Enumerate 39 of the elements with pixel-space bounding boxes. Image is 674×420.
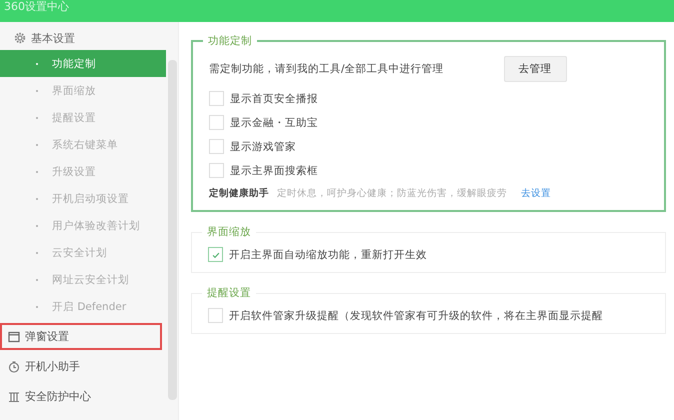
window-icon [8, 330, 20, 342]
sidebar-item[interactable]: 升级设置 [0, 158, 166, 185]
checkbox[interactable] [208, 247, 223, 262]
sidebar-group[interactable]: 安全防护中心 [0, 383, 162, 410]
checkbox[interactable] [209, 91, 224, 106]
sidebar-item[interactable]: 开启 Defender [0, 293, 166, 320]
panel-title: 界面缩放 [202, 225, 256, 239]
panel-note: 需定制功能，请到我的工具/全部工具中进行管理 [209, 62, 444, 76]
sidebar-item[interactable]: 用户体验改善计划 [0, 212, 166, 239]
checkbox[interactable] [209, 139, 224, 154]
gear-icon [14, 32, 26, 44]
checkbox[interactable] [208, 308, 223, 323]
panel-title: 功能定制 [203, 34, 257, 48]
grid-icon [8, 390, 20, 402]
checkbox[interactable] [209, 163, 224, 178]
settings-link[interactable]: 去设置 [521, 187, 551, 200]
sidebar-group[interactable]: 开机小助手 [0, 353, 162, 380]
option-label: 显示金融・互助宝 [230, 116, 318, 130]
health-hint: 定时休息，呵护身心健康；防蓝光伤害，缓解眼疲劳 [277, 187, 507, 200]
sidebar-item[interactable]: 系统右键菜单 [0, 131, 166, 158]
sidebar-group[interactable]: 弹窗设置 [0, 323, 162, 350]
sidebar-item[interactable]: 开机启动项设置 [0, 185, 166, 212]
sidebar-item[interactable]: 功能定制 [0, 50, 166, 77]
manage-button[interactable]: 去管理 [504, 56, 567, 82]
section-label: 基本设置 [31, 30, 75, 46]
health-label: 定制健康助手 [209, 187, 269, 200]
option-label: 开启软件管家升级提醒（发现软件管家有可升级的软件，将在主界面显示提醒 [229, 308, 603, 322]
sidebar-item[interactable]: 界面缩放 [0, 77, 166, 104]
panel-title: 提醒设置 [202, 286, 256, 300]
option-label: 显示主界面搜索框 [230, 164, 318, 178]
sidebar-item[interactable]: 云安全计划 [0, 239, 166, 266]
sidebar-item[interactable]: 网址云安全计划 [0, 266, 166, 293]
option-label: 开启主界面自动缩放功能，重新打开生效 [229, 248, 427, 262]
option-label: 显示首页安全播报 [230, 92, 318, 106]
timer-icon [8, 360, 20, 372]
option-label: 显示游戏管家 [230, 140, 296, 154]
sidebar-item[interactable]: 提醒设置 [0, 104, 166, 131]
window-title: 360设置中心 [4, 0, 69, 14]
checkbox[interactable] [209, 115, 224, 130]
